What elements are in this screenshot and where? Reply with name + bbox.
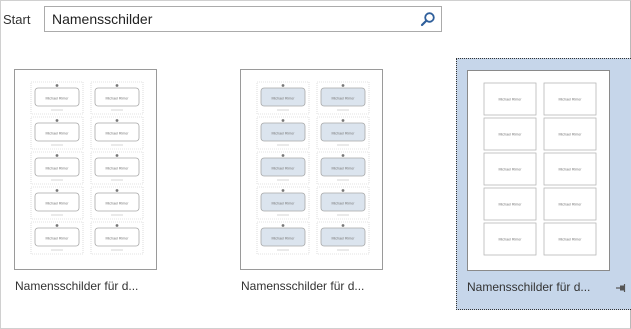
badge-name-text: Michael Rimer (332, 97, 356, 101)
badge-name-text: Michael Rimer (559, 98, 583, 102)
name-badge-card: Michael Rimer (90, 116, 144, 150)
badge-name-text: Michael Rimer (106, 167, 130, 171)
name-badge-card: Michael Rimer (316, 116, 370, 150)
badge-name-text: Michael Rimer (272, 202, 296, 206)
badge-name-text: Michael Rimer (106, 202, 130, 206)
badge-name-text: Michael Rimer (499, 203, 523, 207)
template-tile[interactable]: Michael Rimer Michael Rimer Michael Rimer M… (239, 58, 416, 310)
name-badge-card: Michael Rimer (90, 151, 144, 185)
name-badge-card: Michael Rimer (90, 81, 144, 115)
template-thumbnail: Michael Rimer Michael Rimer Michael Rimer M… (14, 69, 157, 270)
template-caption: Namensschilder für d... (241, 279, 365, 293)
badge-name-text: Michael Rimer (272, 97, 296, 101)
name-badge-card: Michael Rimer (483, 187, 537, 221)
badge-name-text: Michael Rimer (46, 167, 70, 171)
badge-name-text: Michael Rimer (332, 237, 356, 241)
badge-name-text: Michael Rimer (106, 132, 130, 136)
search-input[interactable] (52, 10, 402, 28)
badge-name-text: Michael Rimer (559, 168, 583, 172)
badge-name-text: Michael Rimer (559, 203, 583, 207)
name-badge-card: Michael Rimer (543, 82, 597, 116)
template-caption: Namensschilder für d... (15, 279, 139, 293)
name-badge-card: Michael Rimer (90, 221, 144, 255)
name-badge-card: Michael Rimer (316, 151, 370, 185)
name-badge-card: Michael Rimer (30, 221, 84, 255)
search-icon[interactable] (420, 11, 436, 27)
search-box[interactable] (44, 6, 442, 32)
badge-name-text: Michael Rimer (46, 132, 70, 136)
name-badge-card: Michael Rimer (256, 81, 310, 115)
badge-name-text: Michael Rimer (332, 132, 356, 136)
template-preview: Michael Rimer Michael Rimer Michael Rimer M… (30, 81, 144, 255)
badge-name-text: Michael Rimer (499, 168, 523, 172)
name-badge-card: Michael Rimer (30, 151, 84, 185)
name-badge-card: Michael Rimer (316, 81, 370, 115)
badge-name-text: Michael Rimer (272, 132, 296, 136)
name-badge-card: Michael Rimer (483, 222, 537, 256)
badge-name-text: Michael Rimer (332, 167, 356, 171)
start-label: Start (3, 12, 31, 27)
badge-name-text: Michael Rimer (499, 238, 523, 242)
template-preview: Michael Rimer Michael Rimer Michael Rimer M… (256, 81, 370, 255)
name-badge-card: Michael Rimer (543, 222, 597, 256)
name-badge-card: Michael Rimer (256, 186, 310, 220)
name-badge-card: Michael Rimer (30, 81, 84, 115)
name-badge-card: Michael Rimer (483, 152, 537, 186)
template-thumbnail: Michael Rimer Michael Rimer Michael Rimer M… (240, 69, 383, 270)
template-tile-selected[interactable]: Michael Rimer Michael Rimer Michael Rimer M… (456, 58, 631, 310)
badge-name-text: Michael Rimer (559, 133, 583, 137)
template-preview: Michael Rimer Michael Rimer Michael Rimer M… (483, 82, 597, 256)
name-badge-card: Michael Rimer (256, 116, 310, 150)
badge-name-text: Michael Rimer (499, 98, 523, 102)
pin-icon[interactable] (615, 283, 627, 293)
template-thumbnail: Michael Rimer Michael Rimer Michael Rimer M… (467, 70, 610, 271)
name-badge-card: Michael Rimer (316, 221, 370, 255)
name-badge-card: Michael Rimer (483, 82, 537, 116)
badge-name-text: Michael Rimer (46, 97, 70, 101)
name-badge-card: Michael Rimer (30, 116, 84, 150)
badge-name-text: Michael Rimer (106, 97, 130, 101)
name-badge-card: Michael Rimer (543, 117, 597, 151)
name-badge-card: Michael Rimer (543, 152, 597, 186)
name-badge-card: Michael Rimer (316, 186, 370, 220)
template-tile[interactable]: Michael Rimer Michael Rimer Michael Rimer M… (13, 58, 190, 310)
badge-name-text: Michael Rimer (272, 237, 296, 241)
badge-name-text: Michael Rimer (106, 237, 130, 241)
badge-name-text: Michael Rimer (559, 238, 583, 242)
template-caption: Namensschilder für d... (467, 280, 591, 294)
badge-name-text: Michael Rimer (46, 237, 70, 241)
badge-name-text: Michael Rimer (332, 202, 356, 206)
badge-name-text: Michael Rimer (272, 167, 296, 171)
name-badge-card: Michael Rimer (256, 151, 310, 185)
badge-name-text: Michael Rimer (46, 202, 70, 206)
name-badge-card: Michael Rimer (30, 186, 84, 220)
name-badge-card: Michael Rimer (256, 221, 310, 255)
name-badge-card: Michael Rimer (483, 117, 537, 151)
badge-name-text: Michael Rimer (499, 133, 523, 137)
name-badge-card: Michael Rimer (543, 187, 597, 221)
name-badge-card: Michael Rimer (90, 186, 144, 220)
